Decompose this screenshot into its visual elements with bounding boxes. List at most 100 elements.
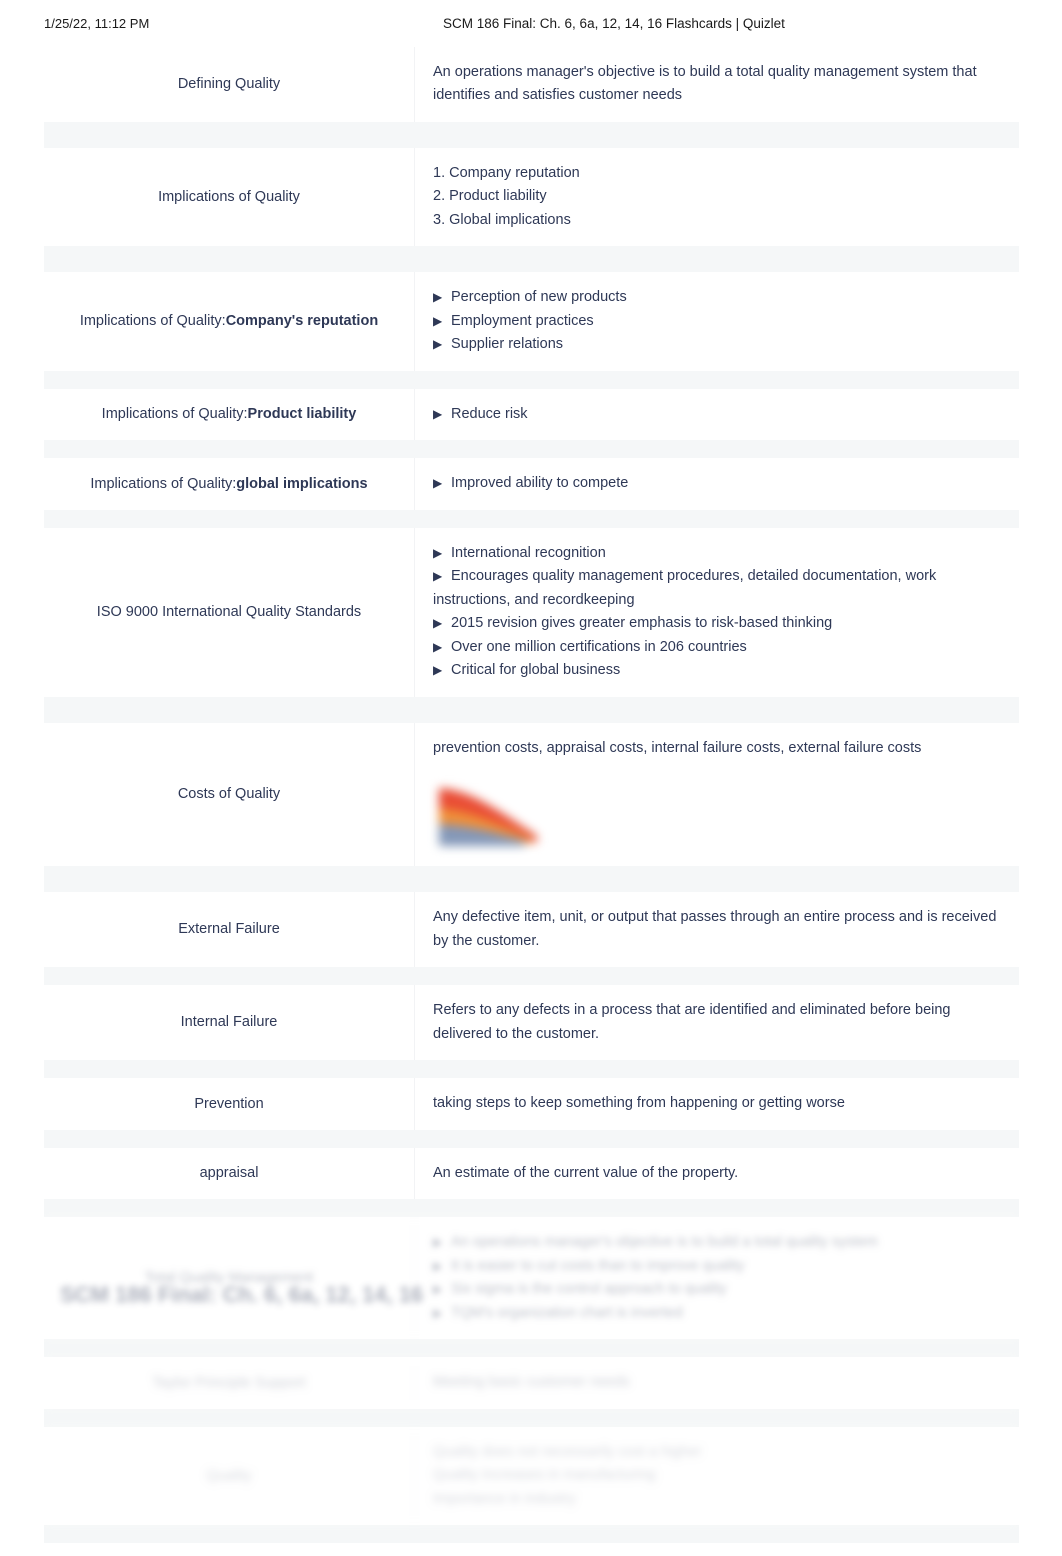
print-date: 1/25/22, 11:12 PM — [44, 15, 150, 31]
definition-text: Importance in industry — [433, 1490, 576, 1507]
definition-text: Refers to any defects in a process that … — [433, 1002, 951, 1042]
bullet-triangle-icon: ▶ — [433, 1282, 443, 1297]
flashcard-term-text: appraisal — [199, 1165, 259, 1182]
flashcard-term: Implications of Quality: Company's reput… — [44, 272, 415, 371]
definition-line: 1. Company reputation — [433, 162, 1001, 185]
definition-text: 1. Company reputation — [433, 164, 580, 181]
cost-of-quality-chart-thumbnail[interactable] — [433, 774, 549, 853]
document-footer-title: SCM 186 Final: Ch. 6, 6a, 12, 14, 16 — [60, 1282, 424, 1307]
definition-bullet-item: ▶ Supplier relations — [433, 333, 1001, 356]
definition-text: Quality increases in manufacturing — [433, 1467, 656, 1484]
print-page-title: SCM 186 Final: Ch. 6, 6a, 12, 14, 16 Fla… — [443, 15, 785, 31]
flashcard-row[interactable]: Implications of Quality: global implicat… — [44, 458, 1019, 510]
flashcard-row[interactable]: Taylor Principle Support Meeting basic cu… — [44, 1357, 1019, 1409]
definition-text: 2015 revision gives greater emphasis to … — [451, 615, 833, 632]
flashcard-row[interactable]: Prevention taking steps to keep something… — [44, 1078, 1019, 1130]
flashcard-row[interactable]: Implications of Quality: Product liabili… — [44, 388, 1019, 441]
definition-text: 2. Product liability — [433, 188, 547, 205]
definition-text: 3. Global implications — [433, 211, 571, 228]
row-separator — [44, 1408, 1019, 1427]
bullet-triangle-icon: ▶ — [433, 313, 443, 328]
row-separator — [44, 967, 1019, 986]
flashcard-row[interactable]: Defining Quality An operations manager's … — [44, 47, 1019, 122]
row-separator — [44, 1339, 1019, 1358]
print-header: 1/25/22, 11:12 PM SCM 186 Final: Ch. 6, … — [0, 0, 1062, 46]
definition-text: Meeting basic customer needs — [433, 1374, 630, 1391]
definition-text: prevention costs, appraisal costs, inter… — [433, 739, 922, 756]
flashcard-definition: ▶ Perception of new products ▶ Employment p… — [415, 272, 1019, 370]
bullet-triangle-icon: ▶ — [433, 545, 443, 560]
definition-bullet-item: ▶ 2015 revision gives greater emphasis to… — [433, 612, 1001, 635]
flashcard-term-text: External Failure — [178, 921, 280, 938]
flashcard-definition: taking steps to keep something from happ… — [415, 1078, 1019, 1129]
flashcard-term: Internal Failure — [44, 985, 415, 1061]
row-separator — [44, 509, 1019, 528]
flashcard-term: Implications of Quality: Product liabili… — [44, 388, 415, 441]
flashcard-term: External Failure — [44, 892, 415, 968]
flashcard-definition: An operations manager's objective is to … — [415, 47, 1019, 122]
flashcard-term-text: Defining Quality — [177, 76, 281, 93]
definition-line: prevention costs, appraisal costs, inter… — [433, 737, 1001, 760]
flashcard-term-text: Costs of Quality — [177, 786, 281, 803]
bullet-triangle-icon: ▶ — [433, 639, 443, 654]
bullet-triangle-icon: ▶ — [433, 1305, 443, 1320]
definition-text: Quality does not necessarily cost a high… — [433, 1443, 702, 1460]
bullet-triangle-icon: ▶ — [433, 337, 443, 352]
flashcard-definition: Any defective item, unit, or output that… — [415, 892, 1019, 967]
definition-text: Critical for global business — [451, 662, 621, 679]
flashcard-definition: Refers to any defects in a process that … — [415, 985, 1019, 1060]
flashcard-row[interactable]: Internal Failure Refers to any defects in… — [44, 985, 1019, 1061]
flashcard-definition: An estimate of the current value of the … — [415, 1148, 1019, 1199]
definition-text: Perception of new products — [451, 289, 627, 306]
definition-line: taking steps to keep something from happ… — [433, 1092, 1001, 1115]
flashcard-definition: ▶ Reduce risk — [415, 389, 1019, 440]
flashcard-row[interactable]: Total Quality Management ▶ An operations m… — [44, 1217, 1019, 1340]
definition-text: Over one million certifications in 206 c… — [451, 638, 747, 655]
definition-text: International recognition — [451, 544, 606, 561]
definition-line: Any defective item, unit, or output that… — [433, 906, 1001, 953]
bullet-triangle-icon: ▶ — [433, 616, 443, 631]
row-separator — [44, 440, 1019, 459]
definition-text: Six sigma is the control approach to qua… — [451, 1281, 727, 1298]
bullet-triangle-icon: ▶ — [433, 1235, 443, 1250]
definition-text: An estimate of the current value of the … — [433, 1164, 739, 1181]
flashcard-row[interactable]: ISO 9000 International Quality Standards… — [44, 527, 1019, 697]
flashcard-term: Quality — [44, 1426, 415, 1526]
row-separator — [44, 1060, 1019, 1079]
flashcard-term-text: Taylor Principle Support — [152, 1374, 306, 1391]
definition-bullet-item: ▶ Six sigma is the control approach to qu… — [433, 1278, 1001, 1301]
flashcard-row[interactable]: Implications of Quality: Company's reput… — [44, 272, 1019, 371]
definition-line: An estimate of the current value of the … — [433, 1162, 1001, 1185]
definition-text: TQM's organization chart is inverted — [451, 1304, 683, 1321]
flashcard-row[interactable]: Implications of Quality 1. Company reputa… — [44, 147, 1019, 247]
flashcard-definition: 1. Company reputation 2. Product liabilit… — [415, 148, 1019, 246]
definition-bullet-item: ▶ Improved ability to compete — [433, 472, 1001, 495]
definition-bullet-item: ▶ Perception of new products — [433, 286, 1001, 309]
definition-bullet-item: ▶ It is easier to cut costs than to impro… — [433, 1255, 1001, 1278]
flashcard-row[interactable]: Quality Quality does not necessarily cost… — [44, 1426, 1019, 1526]
flashcard-term-text: Implications of Quality: — [101, 406, 248, 423]
flashcard-term-text: Implications of Quality: — [79, 313, 226, 330]
flashcard-term: Defining Quality — [44, 47, 415, 122]
row-separator — [44, 1199, 1019, 1218]
definition-line: Meeting basic customer needs — [433, 1371, 1001, 1394]
flashcard-term-text: Quality — [206, 1467, 252, 1484]
flashcard-term: appraisal — [44, 1147, 415, 1200]
definition-text: Improved ability to compete — [451, 475, 629, 492]
flashcard-term-text: Internal Failure — [180, 1014, 278, 1031]
flashcard-row[interactable]: appraisal An estimate of the current valu… — [44, 1147, 1019, 1200]
flashcard-row[interactable]: Costs of Quality prevention costs, apprai… — [44, 722, 1019, 867]
definition-text: Reduce risk — [451, 405, 528, 422]
bullet-triangle-icon: ▶ — [433, 290, 443, 305]
definition-bullet-item: ▶ Over one million certifications in 206 … — [433, 636, 1001, 659]
row-separator — [44, 1525, 1019, 1544]
definition-line: Importance in industry — [433, 1488, 1001, 1511]
definition-line: 2. Product liability — [433, 185, 1001, 208]
definition-text: Supplier relations — [451, 336, 564, 353]
flashcard-term: Implications of Quality: global implicat… — [44, 458, 415, 510]
flashcard-definition: Meeting basic customer needs — [415, 1357, 1019, 1408]
flashcard-term: ISO 9000 International Quality Standards — [44, 527, 415, 697]
flashcard-term-text: Implications of Quality — [158, 188, 300, 205]
flashcard-definition: ▶ International recognition ▶ Encourages qu… — [415, 528, 1019, 697]
flashcard-row[interactable]: External Failure Any defective item, unit… — [44, 892, 1019, 968]
